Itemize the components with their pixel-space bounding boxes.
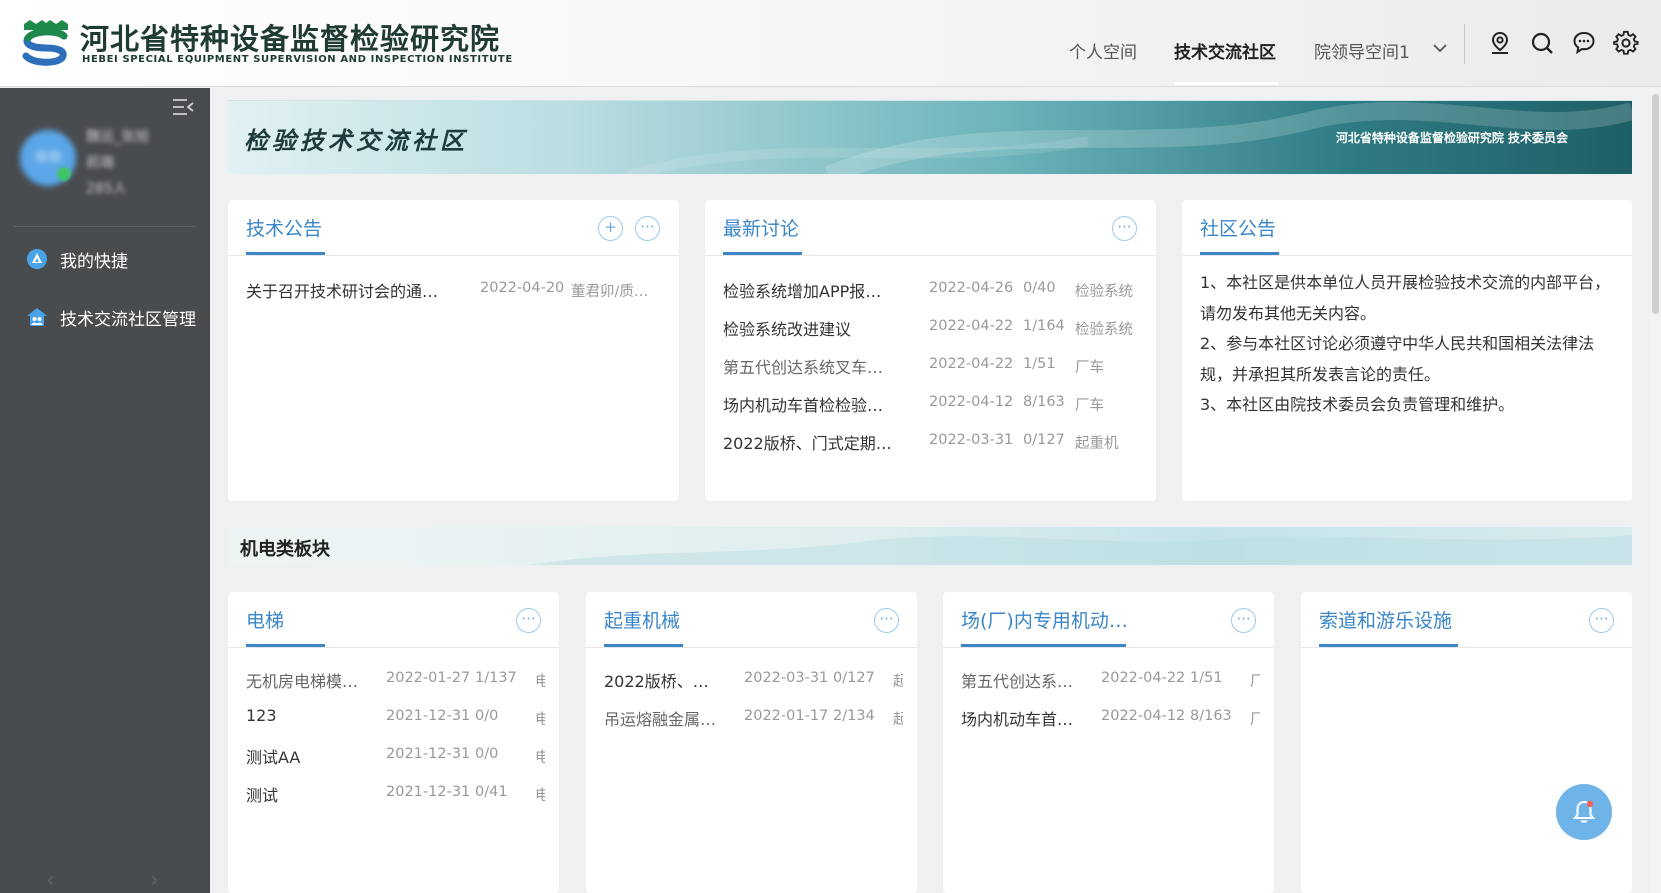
- list-item[interactable]: 检验系统增加APP报… 2022-04-26 0/40 检验系统: [723, 278, 1143, 302]
- section-pattern: [528, 535, 1632, 565]
- org-name-cn: 河北省特种设备监督检验研究院: [80, 22, 501, 56]
- list-item[interactable]: 吊运熔融金属… 2022-01-17 2/134 起: [604, 706, 904, 730]
- board-card-ropeway: 索道和游乐设施 ···: [1301, 592, 1632, 893]
- banner-subtitle: 河北省特种设备监督检验研究院 技术委员会: [1335, 131, 1568, 145]
- card-divider: [943, 647, 1274, 648]
- chevron-right-icon[interactable]: ›: [150, 868, 159, 893]
- nav-leader-space[interactable]: 院领导空间1: [1314, 38, 1410, 63]
- list-item[interactable]: 场内机动车首检检验… 2022-04-12 8/163 厂车: [723, 392, 1143, 416]
- collapse-menu-icon[interactable]: [172, 98, 194, 116]
- more-icon[interactable]: ···: [635, 216, 660, 241]
- list-item[interactable]: 无机房电梯模… 2022-01-27 1/137 电: [246, 668, 546, 692]
- card-title[interactable]: 起重机械: [604, 606, 680, 633]
- scrollbar-thumb[interactable]: [1652, 94, 1659, 314]
- notification-button[interactable]: [1556, 784, 1612, 840]
- sidebar-item-community-admin[interactable]: 技术交流社区管理: [26, 303, 196, 331]
- list-item[interactable]: 测试AA 2021-12-31 0/0 电: [246, 744, 546, 768]
- card-divider: [705, 255, 1156, 256]
- user-name: 魏远_张旭: [86, 129, 149, 145]
- card-divider: [586, 647, 917, 648]
- nav-divider: [1464, 24, 1465, 64]
- community-banner: 检验技术交流社区 河北省特种设备监督检验研究院 技术委员会: [228, 100, 1632, 174]
- list-item[interactable]: 2022版桥、… 2022-03-31 0/127 起: [604, 668, 904, 692]
- card-title[interactable]: 电梯: [246, 606, 284, 633]
- institute-logo-icon: [22, 20, 68, 66]
- top-header: 河北省特种设备监督检验研究院 HEBEI SPECIAL EQUIPMENT S…: [0, 0, 1661, 87]
- section-title: 机电类板块: [240, 539, 330, 560]
- board-card-vehicles: 场(厂)内专用机动… ··· 第五代创达系… 2022-04-22 1/51 厂…: [943, 592, 1274, 893]
- nav-personal-space[interactable]: 个人空间: [1069, 38, 1137, 63]
- card-title[interactable]: 索道和游乐设施: [1319, 606, 1452, 633]
- community-notice-text: 1、本社区是供本单位人员开展检验技术交流的内部平台，请勿发布其他无关内容。 2、…: [1200, 273, 1611, 414]
- card-divider: [228, 255, 679, 256]
- chevron-down-icon[interactable]: [1432, 42, 1448, 54]
- user-role: 前端: [86, 155, 114, 171]
- online-status-dot: [57, 167, 71, 181]
- list-item[interactable]: 2022版桥、门式定期… 2022-03-31 0/127 起重机: [723, 430, 1143, 454]
- list-item[interactable]: 测试 2021-12-31 0/41 电: [246, 782, 546, 806]
- user-count: 285人: [86, 181, 127, 197]
- community-icon: [27, 308, 47, 326]
- search-icon[interactable]: [1529, 30, 1555, 56]
- more-icon[interactable]: ···: [1589, 608, 1614, 633]
- card-title[interactable]: 场(厂)内专用机动…: [961, 606, 1128, 633]
- nav-tech-community[interactable]: 技术交流社区: [1174, 38, 1276, 63]
- community-notice-card: 社区公告 1、本社区是供本单位人员开展检验技术交流的内部平台，请勿发布其他无关内…: [1182, 200, 1632, 501]
- list-item[interactable]: 关于召开技术研讨会的通… 2022-04-20 董君卯/质…: [246, 278, 666, 302]
- bell-icon: [1572, 800, 1596, 823]
- card-title[interactable]: 技术公告: [246, 214, 322, 241]
- section-header: 机电类板块: [228, 527, 1632, 565]
- sidebar: 张旭 魏远_张旭 前端 285人 我的快捷 技术交流社区管理 ‹ ›: [0, 88, 210, 893]
- nav-active-indicator: [1174, 82, 1278, 85]
- sidebar-item-label: 技术交流社区管理: [60, 309, 196, 330]
- chat-icon[interactable]: [1571, 30, 1597, 56]
- card-divider: [1301, 647, 1632, 648]
- more-icon[interactable]: ···: [874, 608, 899, 633]
- card-divider: [1182, 255, 1632, 256]
- list-item[interactable]: 场内机动车首… 2022-04-12 8/163 厂: [961, 706, 1261, 730]
- add-icon[interactable]: +: [598, 216, 623, 241]
- list-item[interactable]: 第五代创达系统叉车… 2022-04-22 1/51 厂车: [723, 354, 1143, 378]
- card-title: 社区公告: [1200, 218, 1277, 240]
- board-card-elevator: 电梯 ··· 无机房电梯模… 2022-01-27 1/137 电 123 20…: [228, 592, 559, 893]
- more-icon[interactable]: ···: [1231, 608, 1256, 633]
- latest-discussion-card: 最新讨论 ··· 检验系统增加APP报… 2022-04-26 0/40 检验系…: [705, 200, 1156, 501]
- tech-notice-card: 技术公告 + ··· 关于召开技术研讨会的通… 2022-04-20 董君卯/质…: [228, 200, 679, 501]
- banner-title: 检验技术交流社区: [244, 126, 468, 155]
- sidebar-item-shortcuts[interactable]: 我的快捷: [26, 245, 128, 273]
- sidebar-divider: [14, 226, 196, 227]
- org-name-en: HEBEI SPECIAL EQUIPMENT SUPERVISION AND …: [82, 54, 513, 65]
- chevron-left-icon[interactable]: ‹: [46, 868, 55, 893]
- sidebar-item-label: 我的快捷: [60, 251, 128, 272]
- gear-icon[interactable]: [1613, 30, 1639, 56]
- list-item[interactable]: 检验系统改进建议 2022-04-22 1/164 检验系统: [723, 316, 1143, 340]
- location-icon[interactable]: [1487, 30, 1513, 56]
- shortcut-icon: [27, 249, 47, 269]
- more-icon[interactable]: ···: [1112, 216, 1137, 241]
- list-item[interactable]: 第五代创达系… 2022-04-22 1/51 厂: [961, 668, 1261, 692]
- more-icon[interactable]: ···: [516, 608, 541, 633]
- card-divider: [228, 647, 559, 648]
- card-title[interactable]: 最新讨论: [723, 214, 799, 241]
- list-item[interactable]: 123 2021-12-31 0/0 电: [246, 706, 546, 730]
- board-card-lifting: 起重机械 ··· 2022版桥、… 2022-03-31 0/127 起 吊运熔…: [586, 592, 917, 893]
